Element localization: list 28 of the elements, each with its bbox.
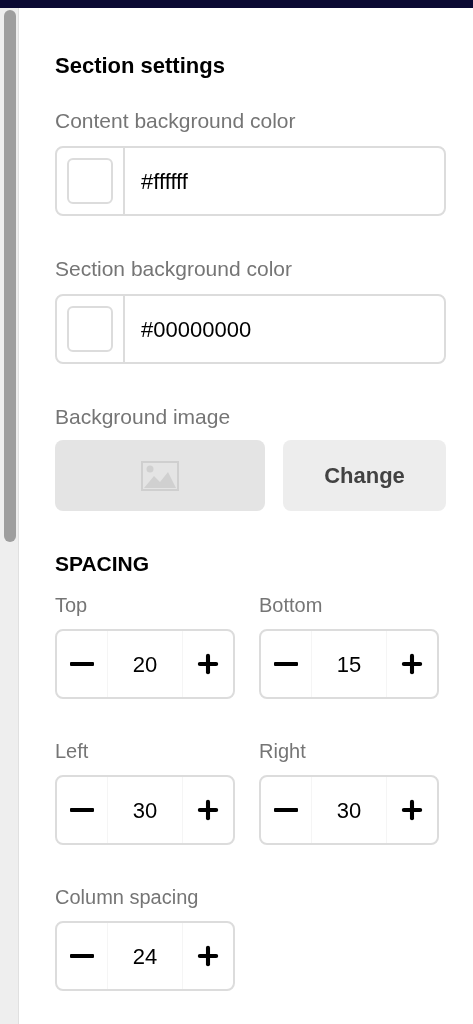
- color-swatch[interactable]: [67, 158, 113, 204]
- spacing-heading: SPACING: [55, 551, 151, 577]
- color-field[interactable]: #00000000: [55, 294, 446, 364]
- field-label: Content background color: [55, 108, 297, 134]
- stepper-label: Right: [259, 739, 307, 763]
- color-value: #00000000: [140, 315, 252, 344]
- section-title: Section settings: [55, 52, 226, 80]
- minus-icon: [274, 662, 298, 666]
- field-label: Background image: [55, 404, 232, 430]
- color-swatch[interactable]: [67, 306, 113, 352]
- stepper-value[interactable]: 24: [107, 923, 183, 989]
- stepper-label: Bottom: [259, 593, 324, 617]
- minus-icon: [70, 808, 94, 812]
- color-field[interactable]: #ffffff: [55, 146, 446, 216]
- stepper-value[interactable]: 30: [107, 777, 183, 843]
- minus-icon: [70, 954, 94, 958]
- stepper-label: Column spacing: [55, 885, 200, 909]
- stepper-label: Left: [55, 739, 90, 763]
- color-value: #ffffff: [140, 167, 188, 196]
- stepper-label: Top: [55, 593, 89, 617]
- field-label: Section background color: [55, 256, 293, 282]
- minus-icon: [70, 662, 94, 666]
- scrollbar-thumb[interactable]: [4, 10, 16, 542]
- stepper-value[interactable]: 30: [311, 777, 387, 843]
- stepper-value[interactable]: 15: [311, 631, 387, 697]
- change-button[interactable]: Change: [283, 440, 446, 511]
- minus-icon: [274, 808, 298, 812]
- stepper-value[interactable]: 20: [107, 631, 183, 697]
